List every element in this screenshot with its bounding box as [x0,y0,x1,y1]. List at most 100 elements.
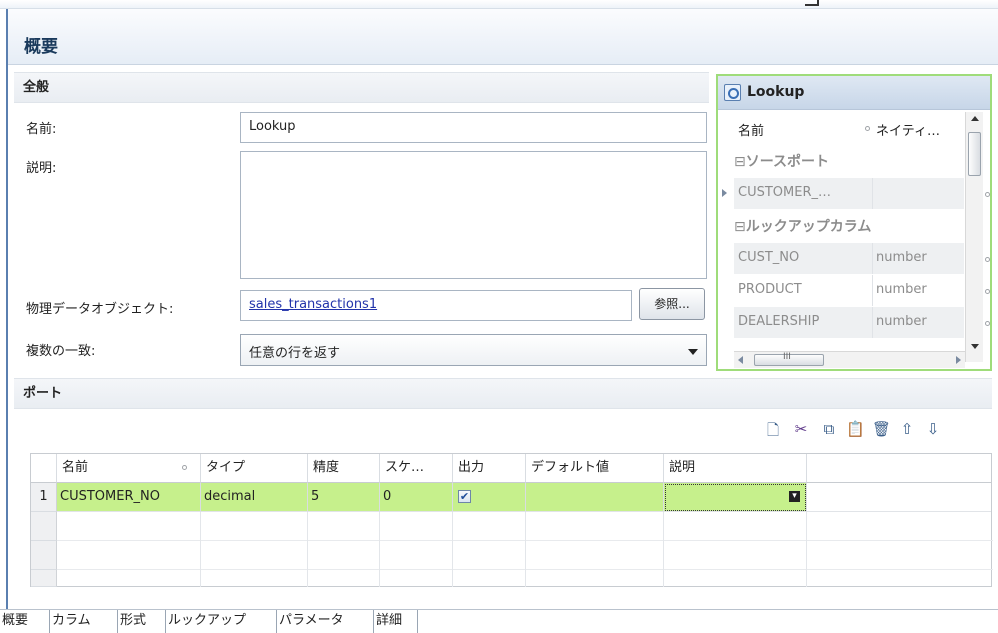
lookup-panel-header: Lookup [718,76,990,110]
tab-columns[interactable]: カラム [50,610,118,633]
window-top-edge [0,0,998,9]
cell-output[interactable]: ✔ [453,483,526,512]
tab-lookup[interactable]: ルックアップ [166,610,277,633]
lookup-row-name: DEALERSHIP [738,314,820,329]
move-down-icon[interactable]: ⇩ [924,420,942,440]
lookup-row[interactable]: CUST_NO number [734,243,964,274]
lookup-row-name: CUSTOMER_… [738,185,831,200]
port-link-icon[interactable] [985,192,990,197]
scroll-thumb[interactable] [968,132,981,176]
tab-format[interactable]: 形式 [118,610,166,633]
row-number: 1 [31,483,57,512]
physical-object-label: 物理データオブジェクト: [26,302,174,317]
general-section-header[interactable]: 全般 [14,72,709,103]
lookup-col-native: ネイティ… [876,124,940,139]
cell-filler [807,483,991,512]
page-title: 概要 [24,37,58,57]
cell-precision[interactable]: 5 [308,483,380,512]
lookup-row[interactable]: DEALERSHIP number [734,307,964,338]
lookup-table-header: 名前 ネイティ… [734,113,964,144]
collapse-icon[interactable]: ⊟ [734,219,746,235]
collapse-icon[interactable]: ⊟ [734,154,746,170]
lookup-group-columns[interactable]: ⊟ルックアップカラム [734,216,871,236]
port-link-icon[interactable] [985,257,990,262]
scroll-grip: III [783,352,791,362]
lookup-group-source[interactable]: ⊟ソースポート [734,151,829,171]
chevron-down-icon [688,349,698,355]
left-border [6,9,8,609]
browse-button[interactable]: 参照... [639,288,705,320]
sort-indicator-icon [182,465,187,470]
corner-mark-icon [805,0,819,6]
lookup-row[interactable]: CUSTOMER_… [734,178,964,209]
table-corner [31,454,57,483]
cell-type[interactable]: decimal [201,483,308,512]
scroll-down-icon[interactable] [971,344,979,349]
lookup-row[interactable]: PRODUCT number [734,275,964,306]
name-field-value: Lookup [249,119,296,134]
multiple-match-select[interactable]: 任意の行を返す [240,334,707,366]
row-number [31,570,57,587]
lookup-col-name: 名前 [738,124,765,139]
general-section-title: 全般 [23,80,50,95]
scroll-left-icon[interactable] [738,356,743,364]
row-number [31,541,57,570]
sort-indicator-icon [865,126,870,131]
lookup-group-columns-label: ルックアップカラム [745,219,872,235]
cell-name[interactable]: CUSTOMER_NO [57,483,201,512]
physical-object-link[interactable]: sales_transactions1 [249,297,377,312]
scroll-thumb[interactable]: III [754,352,824,366]
lookup-row-name: CUST_NO [738,250,800,265]
edit-popup-icon[interactable]: ▾ [789,491,800,502]
ports-table: 名前 タイプ 精度 スケ… 出力 デフォルト値 説明 1 CUSTOMER_NO… [30,453,993,587]
output-checkbox[interactable]: ✔ [458,490,471,503]
description-label: 説明: [26,161,57,176]
multiple-match-label: 複数の一致: [26,344,96,359]
column-header-filler [807,454,991,483]
lookup-horizontal-scrollbar[interactable]: III [734,351,965,368]
lookup-icon [724,84,741,101]
column-header-default[interactable]: デフォルト値 [526,454,664,483]
column-header-name[interactable]: 名前 [57,454,201,483]
column-header-output[interactable]: 出力 [453,454,526,483]
empty-rows[interactable] [57,512,993,587]
tab-overview[interactable]: 概要 [0,610,50,633]
paste-icon[interactable]: 📋 [846,420,865,440]
tab-parameters[interactable]: パラメータ [277,610,374,633]
cell-scale[interactable]: 0 [380,483,453,512]
column-header-type[interactable]: タイプ [201,454,308,483]
new-icon[interactable]: 🗋 [764,420,782,440]
cut-icon[interactable]: ✂ [792,420,810,440]
column-header-precision[interactable]: 精度 [308,454,380,483]
column-divider [872,307,873,338]
lookup-row-name: PRODUCT [738,282,802,297]
move-up-icon[interactable]: ⇧ [898,420,916,440]
lookup-row-type: number [876,250,927,265]
column-header-scale[interactable]: スケ… [380,454,453,483]
lookup-panel: Lookup 名前 ネイティ… ⊟ソースポート CUSTOMER_… ⊟ルックア… [716,74,992,371]
scroll-up-icon[interactable] [971,116,979,121]
lookup-vertical-scrollbar[interactable] [965,112,983,362]
scroll-right-icon[interactable] [956,356,961,364]
ports-section-header[interactable]: ポート [14,378,992,409]
port-link-icon[interactable] [985,289,990,294]
copy-icon[interactable]: ⧉ [820,420,838,440]
port-link-icon[interactable] [985,321,990,326]
editor-header: 概要 [8,9,998,65]
column-divider [872,243,873,274]
column-divider [872,275,873,306]
delete-icon[interactable]: 🗑 [872,420,891,440]
column-divider [872,178,873,209]
row-number [31,512,57,541]
cell-default[interactable] [526,483,664,512]
physical-object-field[interactable]: sales_transactions1 [240,290,632,321]
lookup-row-type: number [876,282,927,297]
cell-description[interactable]: ▾ [664,483,807,512]
tab-details[interactable]: 詳細 [374,610,418,633]
column-header-description[interactable]: 説明 [664,454,807,483]
name-label: 名前: [26,122,57,137]
name-field[interactable]: Lookup [240,112,707,143]
description-field[interactable] [240,151,707,279]
row-expand-icon[interactable] [722,189,727,197]
column-header-label: 名前 [62,460,89,475]
